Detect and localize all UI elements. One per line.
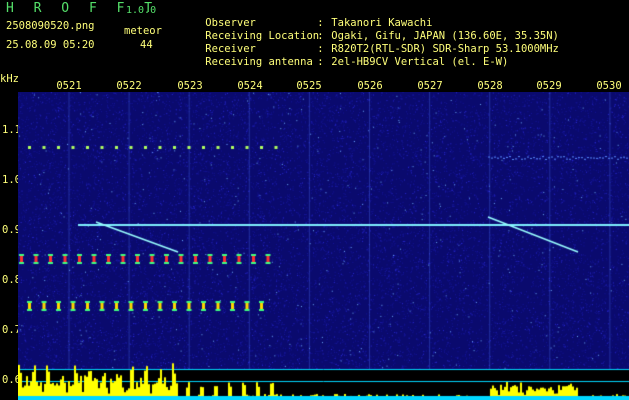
info-antenna: Receiving antenna:2el-HB9CV Vertical (el… <box>205 56 509 68</box>
x-tick: 0526 <box>357 80 383 92</box>
meteor-count: 44 <box>140 39 153 51</box>
x-tick: 0523 <box>177 80 203 92</box>
meteor-label: meteor <box>124 25 162 37</box>
app-version: 1.0.0 <box>126 5 157 16</box>
y-axis-unit: kHz <box>0 73 19 85</box>
x-tick: 0522 <box>116 80 142 92</box>
x-tick: 0525 <box>296 80 322 92</box>
x-tick: 0528 <box>477 80 503 92</box>
x-tick: 0527 <box>417 80 443 92</box>
info-key: Receiving antenna <box>205 56 313 68</box>
hrofft-window: H R O F F T 1.0.0 2508090520.png meteor … <box>0 0 629 400</box>
x-tick: 0530 <box>596 80 622 92</box>
spectrogram-plot <box>18 92 629 400</box>
x-tick: 0529 <box>536 80 562 92</box>
capture-datetime: 25.08.09 05:20 <box>6 39 95 51</box>
x-tick: 0524 <box>237 80 263 92</box>
info-value: 2el-HB9CV Vertical (el. E-W) <box>331 56 509 68</box>
file-name: 2508090520.png <box>6 20 95 32</box>
x-tick: 0521 <box>56 80 82 92</box>
